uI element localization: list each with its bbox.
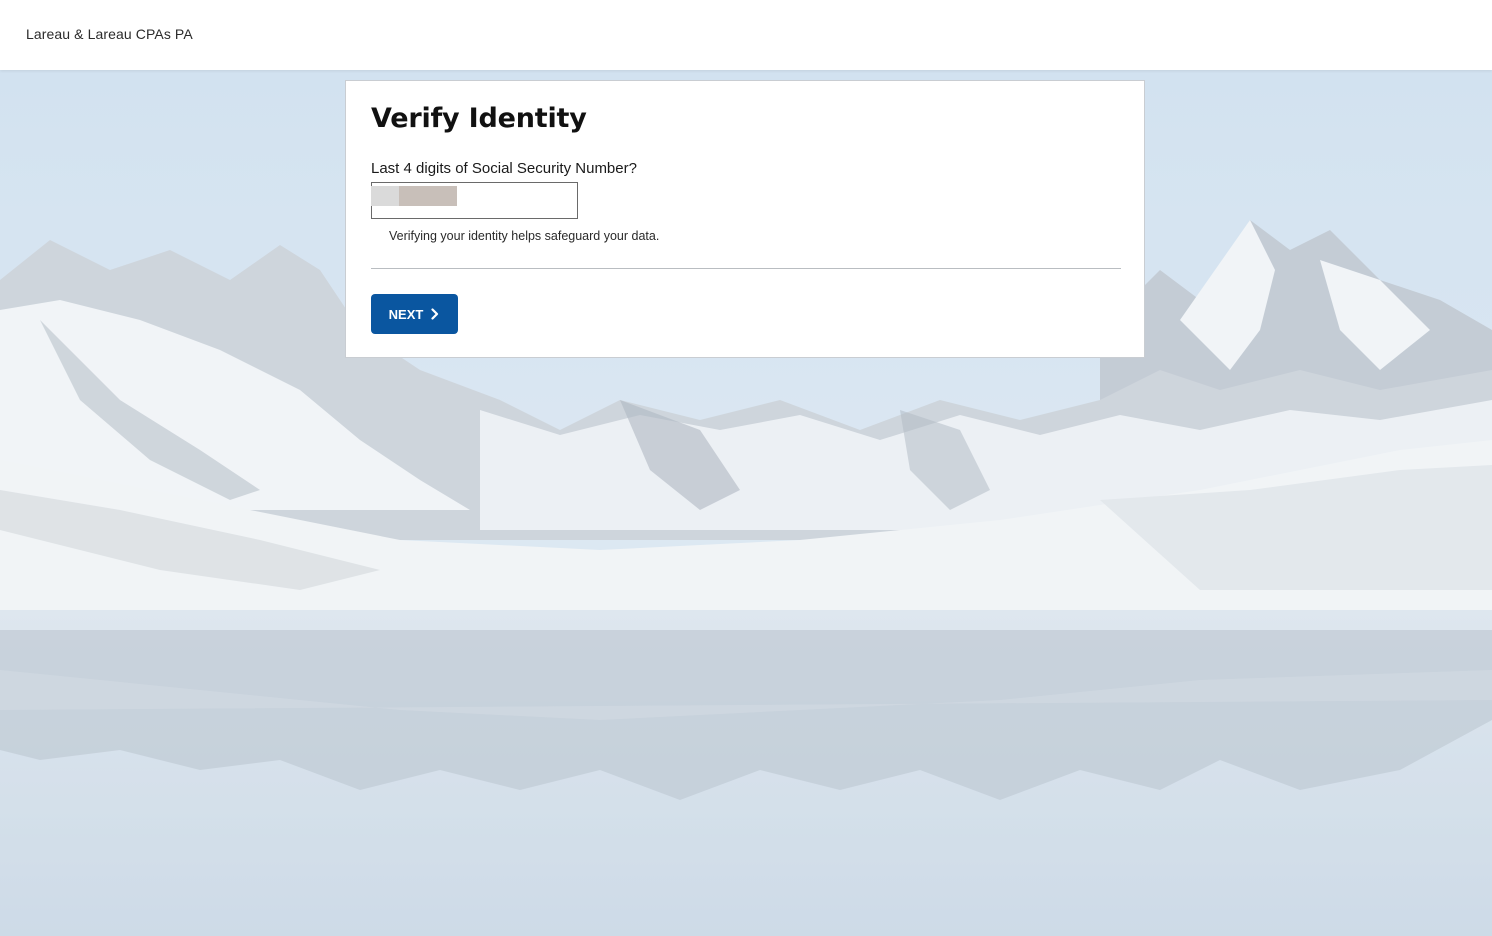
top-header: Lareau & Lareau CPAs PA [0, 0, 1492, 70]
ssn-field-label: Last 4 digits of Social Security Number? [371, 160, 637, 177]
firm-name: Lareau & Lareau CPAs PA [26, 26, 193, 42]
next-button-label: NEXT [388, 306, 424, 322]
page-title: Verify Identity [371, 103, 587, 134]
next-button[interactable]: NEXT [371, 294, 458, 334]
helper-text: Verifying your identity helps safeguard … [389, 229, 660, 243]
divider [371, 268, 1121, 269]
ssn-last4-input[interactable] [371, 182, 578, 219]
chevron-right-icon [431, 308, 439, 320]
verify-identity-card: Verify Identity Last 4 digits of Social … [345, 80, 1145, 358]
